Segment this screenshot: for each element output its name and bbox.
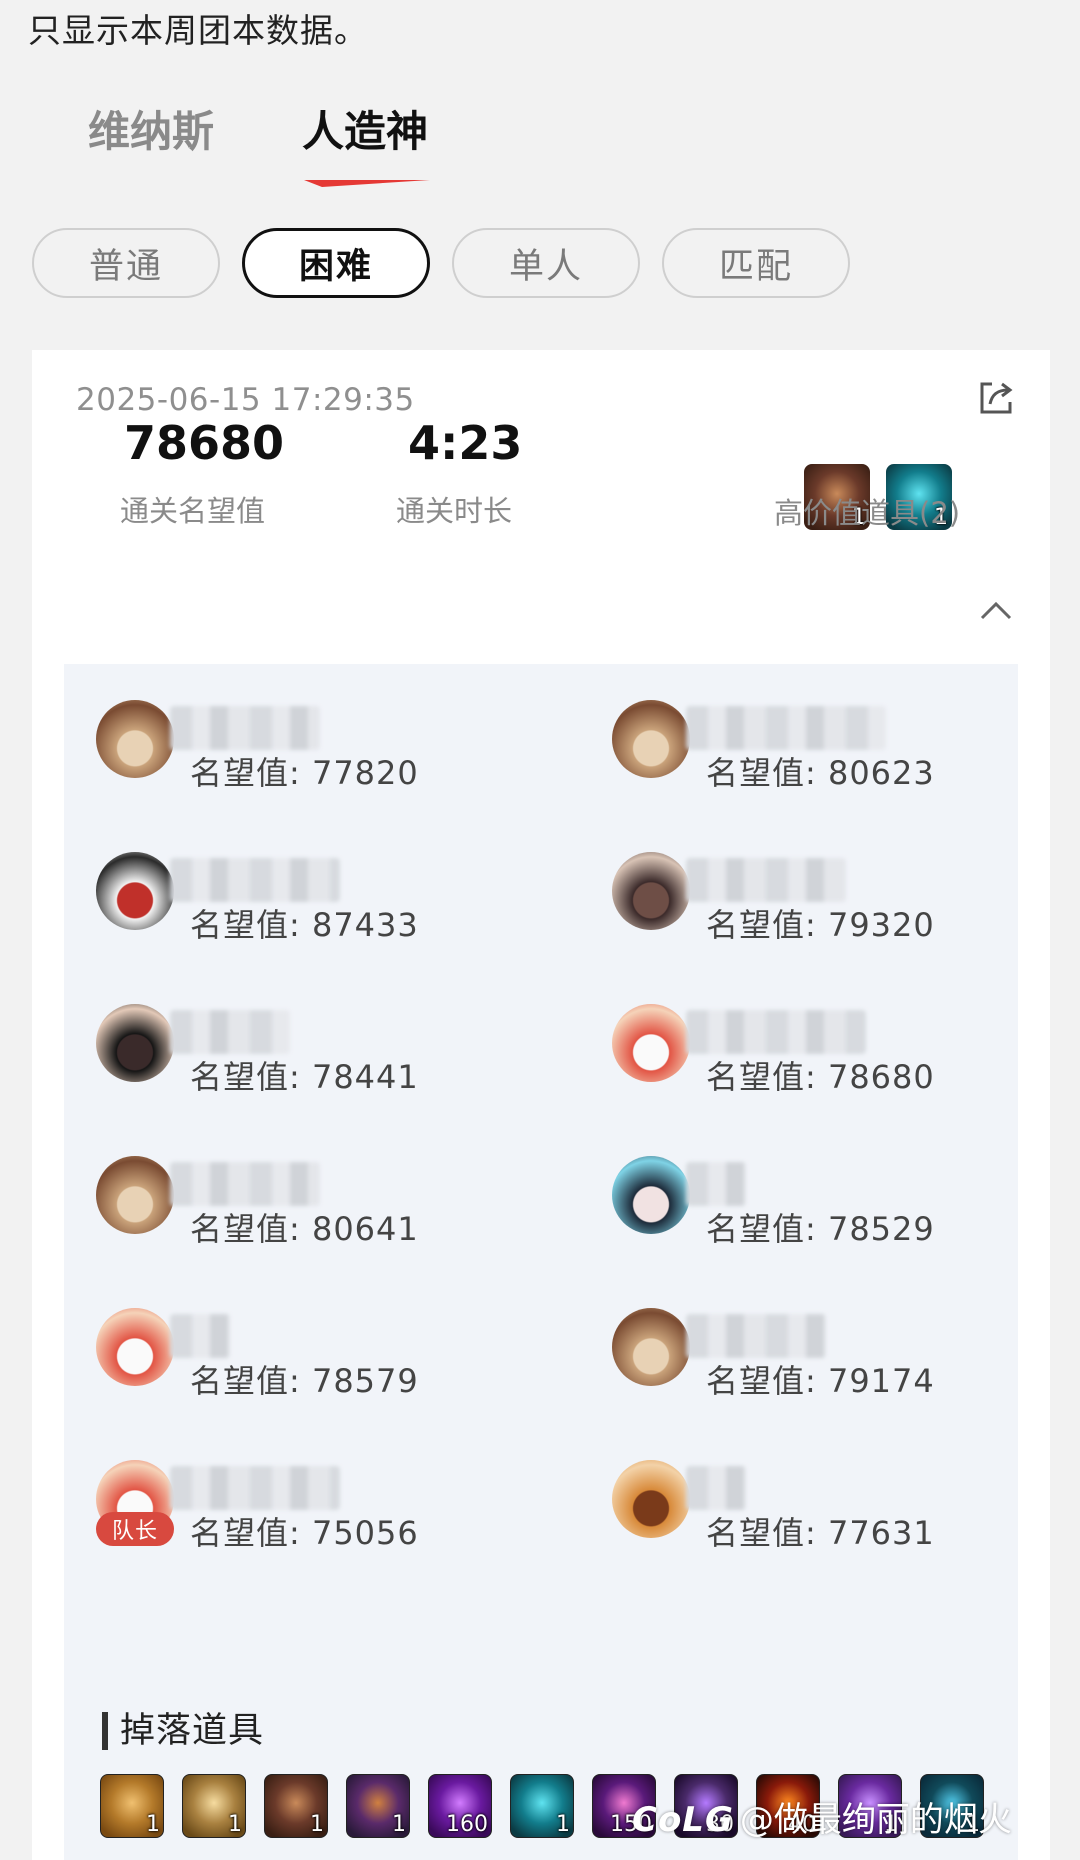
drop-item-icon[interactable]: 1 (182, 1774, 246, 1838)
avatar[interactable] (612, 1156, 690, 1234)
member-name-redacted (170, 1010, 290, 1054)
avatar[interactable] (96, 1156, 174, 1234)
watermark: CoLG @做最绚丽的烟火 (632, 1792, 1012, 1841)
watermark-text: @做最绚丽的烟火 (739, 1800, 1012, 1840)
member-name-redacted (686, 1010, 866, 1054)
member-name-redacted (686, 858, 846, 902)
member-entry[interactable]: 名望值: 79320 (612, 852, 1032, 962)
members-panel: 名望值: 77820 名望值: 80623 名望值: 87433 名望值: 79320… (64, 664, 1018, 1860)
member-entry[interactable]: 名望值: 79174 (612, 1308, 1032, 1418)
member-fame: 名望值: 78579 (190, 1362, 419, 1400)
drop-item-icon[interactable]: 1 (100, 1774, 164, 1838)
item-count: 1 (556, 1812, 570, 1837)
share-icon[interactable] (976, 378, 1016, 418)
avatar[interactable] (612, 1460, 690, 1538)
high-value-label: 高价值道具(2) (774, 496, 961, 530)
record-timestamp: 2025-06-15 17:29:35 (76, 382, 415, 418)
member-entry[interactable]: 名望值: 80641 (96, 1156, 516, 1266)
member-fame: 名望值: 79320 (706, 906, 935, 944)
drop-item-icon[interactable]: 1 (346, 1774, 410, 1838)
avatar[interactable] (612, 852, 690, 930)
member-fame: 名望值: 78529 (706, 1210, 935, 1248)
avatar[interactable] (96, 1308, 174, 1386)
avatar[interactable] (96, 852, 174, 930)
member-fame: 名望值: 75056 (190, 1514, 419, 1552)
member-name-redacted (170, 858, 340, 902)
page-note: 只显示本周团本数据。 (28, 11, 368, 50)
member-name-redacted (686, 1162, 746, 1206)
member-entry[interactable]: 队长 名望值: 75056 (96, 1460, 516, 1570)
clear-fame-label: 通关名望值 (120, 494, 266, 528)
drop-item-icon[interactable]: 1 (510, 1774, 574, 1838)
member-name-redacted (686, 1314, 826, 1358)
member-entry[interactable]: 名望值: 78680 (612, 1004, 1032, 1114)
watermark-logo: CoLG (632, 1800, 734, 1840)
member-fame: 名望值: 80623 (706, 754, 935, 792)
item-count: 160 (446, 1812, 488, 1837)
clear-time-value: 4:23 (408, 416, 523, 470)
difficulty-hard-button[interactable]: 困难 (242, 228, 430, 298)
member-fame: 名望值: 79174 (706, 1362, 935, 1400)
item-count: 1 (228, 1812, 242, 1837)
member-fame: 名望值: 77820 (190, 754, 419, 792)
raid-record-card: 2025-06-15 17:29:35 78680 通关名望值 4:23 通关时… (32, 350, 1050, 1860)
avatar[interactable] (612, 1308, 690, 1386)
tab-venus[interactable]: 维纳斯 (88, 98, 214, 159)
drop-item-icon[interactable]: 1 (264, 1774, 328, 1838)
member-name-redacted (170, 706, 320, 750)
difficulty-solo-button[interactable]: 单人 (452, 228, 640, 298)
difficulty-match-button[interactable]: 匹配 (662, 228, 850, 298)
avatar[interactable] (612, 1004, 690, 1082)
member-entry[interactable]: 名望值: 87433 (96, 852, 516, 962)
member-fame: 名望值: 77631 (706, 1514, 935, 1552)
avatar[interactable] (96, 1004, 174, 1082)
member-name-redacted (170, 1466, 340, 1510)
active-tab-indicator (304, 180, 430, 187)
chevron-up-icon[interactable] (978, 598, 1014, 622)
item-count: 1 (310, 1812, 324, 1837)
drops-title: 掉落道具 (102, 1712, 264, 1750)
difficulty-filter: 普通 困难 单人 匹配 (32, 228, 1072, 298)
item-count: 1 (392, 1812, 406, 1837)
member-name-redacted (170, 1314, 230, 1358)
tab-artificial-god[interactable]: 人造神 (302, 98, 428, 159)
item-count: 1 (146, 1812, 160, 1837)
raid-tabs: 维纳斯 人造神 (0, 98, 1080, 198)
member-entry[interactable]: 名望值: 77820 (96, 700, 516, 810)
member-entry[interactable]: 名望值: 78579 (96, 1308, 516, 1418)
member-name-redacted (170, 1162, 320, 1206)
member-fame: 名望值: 80641 (190, 1210, 419, 1248)
avatar[interactable] (96, 700, 174, 778)
drop-item-icon[interactable]: 160 (428, 1774, 492, 1838)
leader-badge: 队长 (96, 1512, 174, 1546)
member-entry[interactable]: 名望值: 77631 (612, 1460, 1032, 1570)
member-fame: 名望值: 78680 (706, 1058, 935, 1096)
avatar[interactable] (612, 700, 690, 778)
member-name-redacted (686, 1466, 746, 1510)
member-entry[interactable]: 名望值: 80623 (612, 700, 1032, 810)
clear-fame-value: 78680 (124, 416, 285, 470)
clear-time-label: 通关时长 (396, 494, 513, 528)
difficulty-normal-button[interactable]: 普通 (32, 228, 220, 298)
member-name-redacted (686, 706, 886, 750)
member-fame: 名望值: 87433 (190, 906, 419, 944)
member-entry[interactable]: 名望值: 78441 (96, 1004, 516, 1114)
member-entry[interactable]: 名望值: 78529 (612, 1156, 1032, 1266)
member-fame: 名望值: 78441 (190, 1058, 419, 1096)
